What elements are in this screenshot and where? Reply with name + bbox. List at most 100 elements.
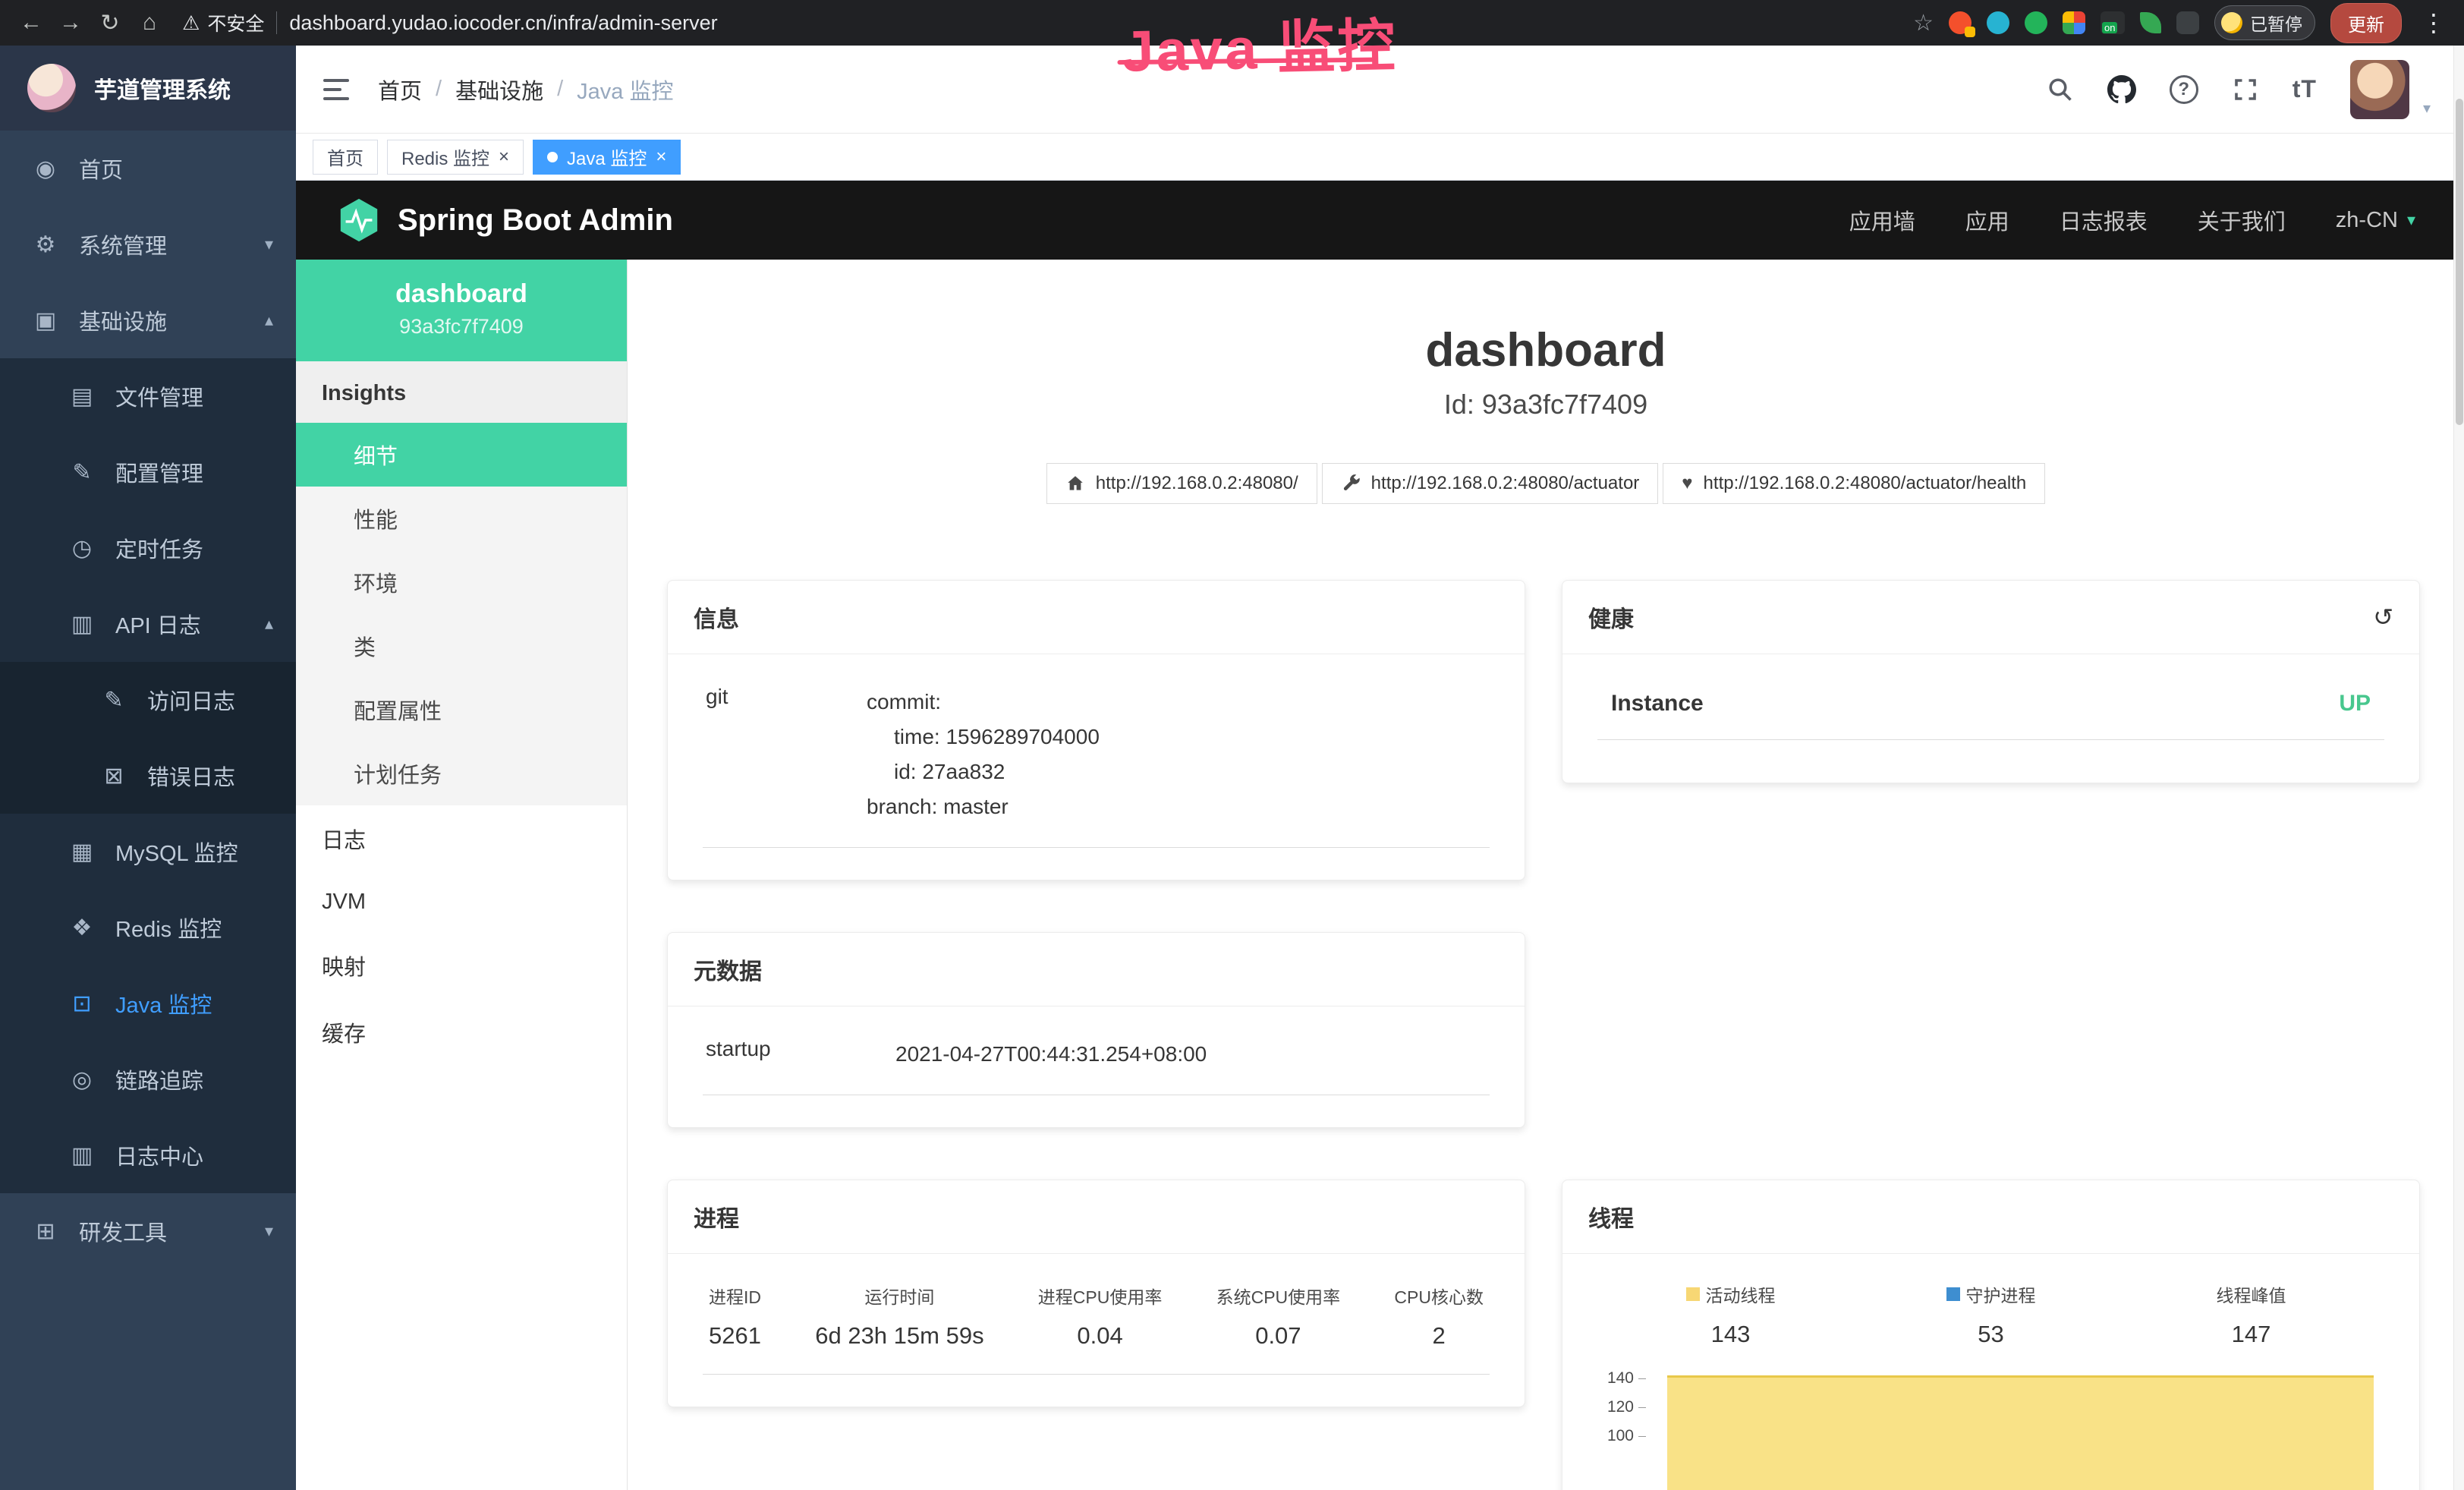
sidebar-item-home[interactable]: ◉ 首页 (0, 131, 296, 206)
brave-lion-extension-icon[interactable] (1949, 11, 1972, 34)
sidebar-item-config-mgmt[interactable]: ✎ 配置管理 (0, 434, 296, 510)
sba-item-metrics[interactable]: 性能 (296, 487, 627, 550)
sba-nav-about[interactable]: 关于我们 (2198, 204, 2286, 236)
breadcrumb-current: Java 监控 (577, 74, 673, 106)
leaf-extension-icon[interactable] (2140, 12, 2161, 33)
sidebar-item-label: Redis 监控 (115, 912, 222, 943)
instance-id: 93a3fc7f7409 (304, 315, 619, 339)
sidebar-logo[interactable]: 芋道管理系统 (0, 46, 296, 131)
sidebar-item-log-center[interactable]: ▥ 日志中心 (0, 1117, 296, 1193)
tab-label: 首页 (327, 143, 363, 170)
sidebar-item-label: 定时任务 (115, 532, 203, 564)
database-icon: ▦ (68, 839, 96, 865)
link-label: http://192.168.0.2:48080/actuator (1371, 473, 1640, 494)
blue-extension-icon[interactable] (1987, 11, 2009, 34)
sidebar-item-redis-monitor[interactable]: ❖ Redis 监控 (0, 890, 296, 966)
search-icon[interactable] (2047, 76, 2074, 103)
sba-sidebar: dashboard 93a3fc7f7409 Insights 细节 性能 环境… (296, 260, 628, 1490)
sidebar-item-label: 链路追踪 (115, 1063, 203, 1095)
user-avatar[interactable] (2350, 60, 2409, 119)
tab-java-monitor[interactable]: Java 监控 × (533, 140, 681, 175)
history-icon[interactable]: ↺ (2373, 603, 2393, 632)
reload-icon[interactable]: ↻ (93, 5, 127, 40)
sidebar-item-scheduled-jobs[interactable]: ◷ 定时任务 (0, 510, 296, 586)
sidebar-item-label: 首页 (79, 153, 123, 184)
home-icon[interactable]: ⌂ (132, 5, 167, 40)
legend-value: 143 (1600, 1321, 1861, 1348)
instance-links: http://192.168.0.2:48080/ http://192.168… (628, 463, 2464, 504)
sba-header: Spring Boot Admin 应用墙 应用 日志报表 关于我们 zh-CN… (296, 181, 2464, 260)
forward-icon[interactable]: → (53, 5, 88, 40)
sba-locale-select[interactable]: zh-CN ▾ (2336, 208, 2415, 233)
tab-home[interactable]: 首页 (313, 140, 378, 175)
link-label: http://192.168.0.2:48080/actuator/health (1704, 473, 2027, 494)
info-git-row: git commit: time: 1596289704000 id: 27aa… (703, 682, 1490, 848)
back-icon[interactable]: ← (14, 5, 49, 40)
url-text[interactable]: dashboard.yudao.iocoder.cn/infra/admin-s… (289, 11, 717, 35)
extension-badge (1965, 27, 1975, 37)
git-branch-line: branch: master (867, 789, 1100, 824)
sidebar-item-tracing[interactable]: ◎ 链路追踪 (0, 1041, 296, 1117)
sidebar-item-java-monitor[interactable]: ⊡ Java 监控 (0, 966, 296, 1041)
sba-item-jvm[interactable]: JVM (296, 872, 627, 932)
address-bar[interactable]: ⚠ 不安全 dashboard.yudao.iocoder.cn/infra/a… (182, 9, 1909, 36)
card-body: Instance UP (1562, 654, 2419, 783)
sba-instance-block[interactable]: dashboard 93a3fc7f7409 (296, 260, 627, 361)
sidebar-item-error-logs[interactable]: ⊠ 错误日志 (0, 738, 296, 814)
sba-item-mappings[interactable]: 映射 (296, 932, 627, 999)
sidebar-item-system-mgmt[interactable]: ⚙ 系统管理 ▾ (0, 206, 296, 282)
logo-avatar (27, 64, 76, 112)
sba-item-scheduled-tasks[interactable]: 计划任务 (296, 742, 627, 805)
sidebar-item-access-logs[interactable]: ✎ 访问日志 (0, 662, 296, 738)
infrastructure-icon: ▣ (32, 307, 59, 334)
tab-label: Java 监控 (567, 143, 647, 170)
sba-nav-wallboard[interactable]: 应用墙 (1849, 204, 1915, 236)
close-icon[interactable]: × (656, 146, 666, 168)
bookmark-star-icon[interactable]: ☆ (1913, 10, 1934, 36)
font-size-icon[interactable]: tT (2292, 75, 2317, 103)
green-extension-icon[interactable] (2025, 11, 2047, 34)
sba-logo[interactable]: Spring Boot Admin (338, 197, 673, 243)
sba-item-details[interactable]: 细节 (296, 423, 627, 487)
github-icon[interactable] (2107, 75, 2136, 104)
help-icon[interactable]: ? (2170, 75, 2198, 104)
sba-item-logs[interactable]: 日志 (296, 805, 627, 872)
health-url-link[interactable]: ♥ http://192.168.0.2:48080/actuator/heal… (1663, 463, 2045, 504)
fullscreen-icon[interactable] (2232, 76, 2259, 103)
process-col-proc-cpu: 进程CPU使用率 0.04 (1038, 1283, 1163, 1350)
sidebar-item-dev-tools[interactable]: ⊞ 研发工具 ▾ (0, 1193, 296, 1269)
scrollbar[interactable] (2453, 46, 2464, 1490)
grid-extension-icon[interactable] (2063, 11, 2085, 34)
scrollbar-thumb[interactable] (2456, 99, 2463, 425)
sidebar-item-file-mgmt[interactable]: ▤ 文件管理 (0, 358, 296, 434)
sba-item-classes[interactable]: 类 (296, 614, 627, 678)
browser-update-button[interactable]: 更新 (2330, 3, 2402, 43)
breadcrumb-home[interactable]: 首页 (378, 74, 422, 106)
card-body: git commit: time: 1596289704000 id: 27aa… (668, 654, 1525, 880)
card-header: 信息 (668, 581, 1525, 654)
health-label: Instance (1611, 691, 1704, 717)
profile-paused-chip[interactable]: 已暂停 (2214, 5, 2315, 40)
sidebar-item-api-logs[interactable]: ▥ API 日志 ▴ (0, 586, 296, 662)
close-icon[interactable]: × (499, 146, 509, 168)
hamburger-icon[interactable] (322, 74, 351, 105)
sba-nav-journal[interactable]: 日志报表 (2060, 204, 2148, 236)
sidebar-item-mysql-monitor[interactable]: ▦ MySQL 监控 (0, 814, 296, 890)
sba-item-config-props[interactable]: 配置属性 (296, 678, 627, 742)
col-value: 0.07 (1216, 1322, 1341, 1350)
security-indicator[interactable]: ⚠ 不安全 (182, 9, 264, 36)
service-url-link[interactable]: http://192.168.0.2:48080/ (1046, 463, 1317, 504)
card-body: startup 2021-04-27T00:44:31.254+08:00 (668, 1006, 1525, 1127)
breadcrumb-infrastructure[interactable]: 基础设施 (455, 74, 543, 106)
sba-item-environment[interactable]: 环境 (296, 550, 627, 614)
legend-live-threads: 活动线程 143 (1600, 1281, 1861, 1348)
tab-redis-monitor[interactable]: Redis 监控 × (387, 140, 524, 175)
actuator-url-link[interactable]: http://192.168.0.2:48080/actuator (1322, 463, 1659, 504)
switch-extension-icon[interactable]: on (2101, 11, 2125, 34)
sba-nav-applications[interactable]: 应用 (1965, 204, 2009, 236)
puzzle-extensions-icon[interactable] (2176, 11, 2199, 34)
sba-item-caches[interactable]: 缓存 (296, 999, 627, 1066)
sidebar-item-infrastructure[interactable]: ▣ 基础设施 ▴ (0, 282, 296, 358)
browser-menu-icon[interactable]: ⋮ (2417, 8, 2450, 37)
col-value: 6d 23h 15m 59s (815, 1322, 983, 1350)
